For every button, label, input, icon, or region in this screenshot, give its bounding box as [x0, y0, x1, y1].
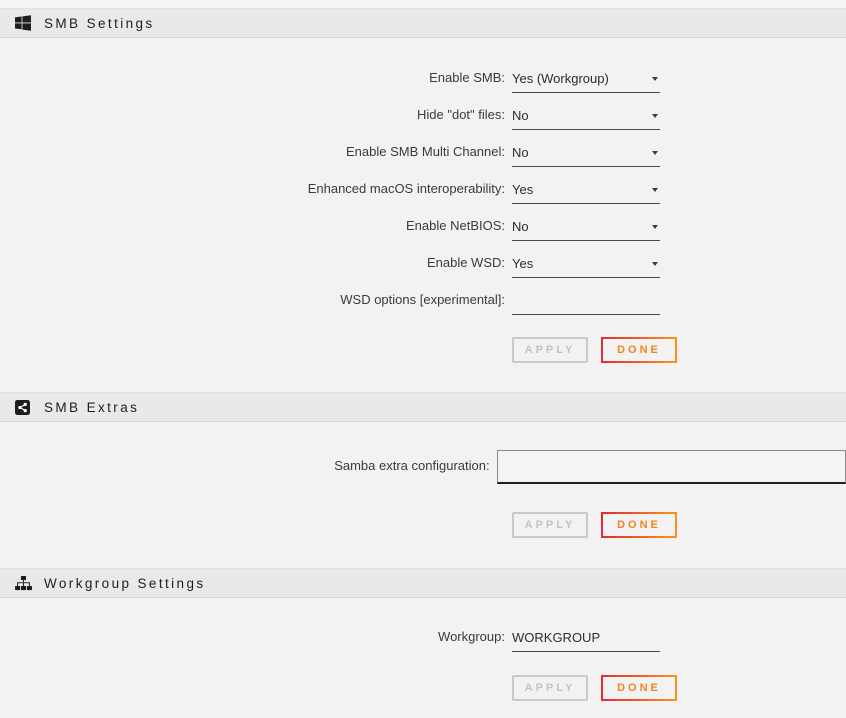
section-smb-settings: SMB Settings Enable SMB: Yes (Workgroup)… [0, 8, 846, 363]
field-label: WSD options [experimental]: [0, 292, 505, 315]
done-button[interactable]: DONE [601, 337, 677, 363]
field-row-samba-extra: Samba extra configuration: [0, 450, 846, 484]
done-button[interactable]: DONE [601, 675, 677, 701]
workgroup-input[interactable] [512, 630, 660, 652]
field-label: Enhanced macOS interoperability: [0, 181, 505, 204]
smb-settings-actions: APPLY DONE [512, 337, 846, 363]
windows-icon [15, 15, 32, 32]
workgroup-actions: APPLY DONE [512, 675, 846, 701]
select-value: No [512, 108, 529, 123]
apply-button[interactable]: APPLY [512, 675, 588, 701]
select-value: No [512, 219, 529, 234]
section-title: SMB Extras [44, 400, 139, 415]
top-spacer [0, 0, 846, 8]
smb-settings-header: SMB Settings [0, 8, 846, 38]
smb-multichannel-select[interactable]: No [512, 145, 660, 167]
field-row-enable-smb: Enable SMB: Yes (Workgroup) [0, 56, 846, 93]
samba-extra-config-textarea[interactable] [497, 450, 846, 484]
field-row-workgroup: Workgroup: [0, 615, 846, 652]
field-row-enable-wsd: Enable WSD: Yes [0, 241, 846, 278]
field-label: Enable NetBIOS: [0, 218, 505, 241]
section-title: Workgroup Settings [44, 576, 206, 591]
dropdown-arrow-icon [652, 114, 658, 118]
field-label: Workgroup: [0, 629, 505, 652]
section-smb-extras: SMB Extras Samba extra configuration: AP… [0, 392, 846, 538]
field-label: Hide "dot" files: [0, 107, 505, 130]
done-button[interactable]: DONE [601, 512, 677, 538]
dropdown-arrow-icon [652, 188, 658, 192]
macos-interop-select[interactable]: Yes [512, 182, 660, 204]
field-row-macos-interop: Enhanced macOS interoperability: Yes [0, 167, 846, 204]
apply-button[interactable]: APPLY [512, 337, 588, 363]
field-row-smb-multichannel: Enable SMB Multi Channel: No [0, 130, 846, 167]
dropdown-arrow-icon [652, 77, 658, 81]
section-title: SMB Settings [44, 16, 155, 31]
smb-extras-header: SMB Extras [0, 392, 846, 422]
field-label: Samba extra configuration: [0, 450, 490, 473]
field-row-hide-dot-files: Hide "dot" files: No [0, 93, 846, 130]
field-label: Enable SMB: [0, 70, 505, 93]
section-workgroup-settings: Workgroup Settings Workgroup: APPLY DONE [0, 568, 846, 701]
hide-dot-files-select[interactable]: No [512, 108, 660, 130]
dropdown-arrow-icon [652, 225, 658, 229]
select-value: Yes (Workgroup) [512, 71, 609, 86]
smb-extras-actions: APPLY DONE [512, 512, 846, 538]
workgroup-settings-header: Workgroup Settings [0, 568, 846, 598]
field-label: Enable WSD: [0, 255, 505, 278]
dropdown-arrow-icon [652, 262, 658, 266]
enable-wsd-select[interactable]: Yes [512, 256, 660, 278]
enable-smb-select[interactable]: Yes (Workgroup) [512, 71, 660, 93]
select-value: No [512, 145, 529, 160]
select-value: Yes [512, 256, 533, 271]
sitemap-icon [15, 575, 32, 592]
field-label: Enable SMB Multi Channel: [0, 144, 505, 167]
field-row-enable-netbios: Enable NetBIOS: No [0, 204, 846, 241]
dropdown-arrow-icon [652, 151, 658, 155]
enable-netbios-select[interactable]: No [512, 219, 660, 241]
field-row-wsd-options: WSD options [experimental]: [0, 278, 846, 315]
wsd-options-input[interactable] [512, 293, 660, 315]
share-square-icon [15, 399, 32, 416]
select-value: Yes [512, 182, 533, 197]
apply-button[interactable]: APPLY [512, 512, 588, 538]
